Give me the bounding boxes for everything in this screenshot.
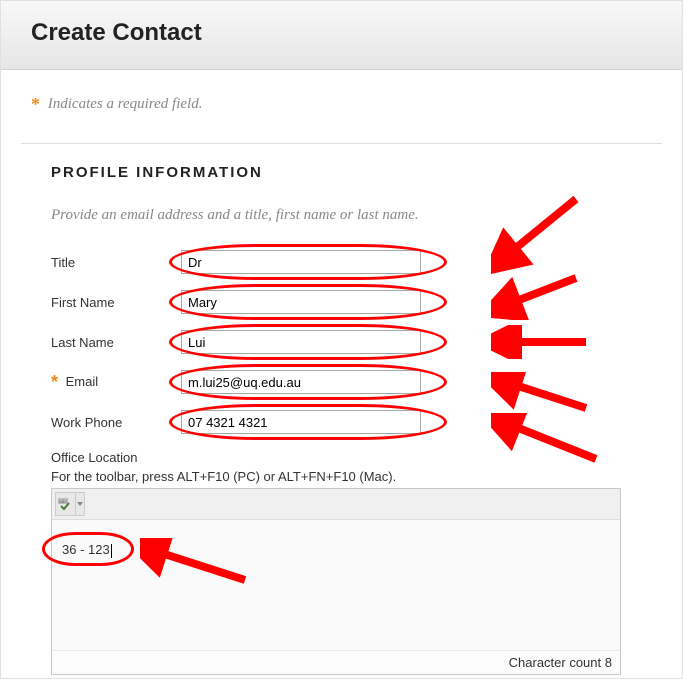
label-first-name: First Name (51, 295, 181, 310)
editor-toolbar: ABC (52, 489, 620, 520)
input-title[interactable] (181, 250, 421, 274)
editor-body[interactable]: 36 - 123 (52, 520, 620, 650)
row-last-name: Last Name (51, 330, 632, 354)
label-work-phone: Work Phone (51, 415, 181, 430)
label-last-name: Last Name (51, 335, 181, 350)
toolbar-hint: For the toolbar, press ALT+F10 (PC) or A… (51, 469, 632, 484)
required-asterisk-icon: * (51, 372, 58, 392)
row-title: Title (51, 250, 632, 274)
text-cursor-icon (111, 544, 112, 558)
required-asterisk-icon: * (31, 94, 40, 114)
input-email[interactable] (181, 370, 421, 394)
required-field-note: * Indicates a required field. (31, 94, 652, 115)
editor-content: 36 - 123 (62, 542, 110, 557)
input-last-name[interactable] (181, 330, 421, 354)
section-description: Provide an email address and a title, fi… (51, 207, 632, 224)
page-title: Create Contact (31, 19, 652, 47)
annotation-arrow-icon (491, 270, 581, 320)
section-title: PROFILE INFORMATION (51, 164, 632, 181)
row-first-name: First Name (51, 290, 632, 314)
spellcheck-button[interactable]: ABC (55, 492, 85, 516)
annotation-arrow-icon (491, 194, 581, 274)
annotation-arrow-icon (491, 325, 591, 359)
input-work-phone[interactable] (181, 410, 421, 434)
input-first-name[interactable] (181, 290, 421, 314)
label-title: Title (51, 255, 181, 270)
label-email: * Email (51, 372, 181, 393)
svg-text:ABC: ABC (59, 499, 67, 504)
label-office-location: Office Location (51, 450, 632, 465)
rich-text-editor: ABC 36 - 123 (51, 488, 621, 675)
character-count: Character count 8 (52, 650, 620, 674)
row-work-phone: Work Phone (51, 410, 632, 434)
chevron-down-icon (75, 493, 83, 515)
page-header: Create Contact (1, 1, 682, 70)
annotation-arrow-icon (140, 538, 250, 588)
row-email: * Email (51, 370, 632, 394)
